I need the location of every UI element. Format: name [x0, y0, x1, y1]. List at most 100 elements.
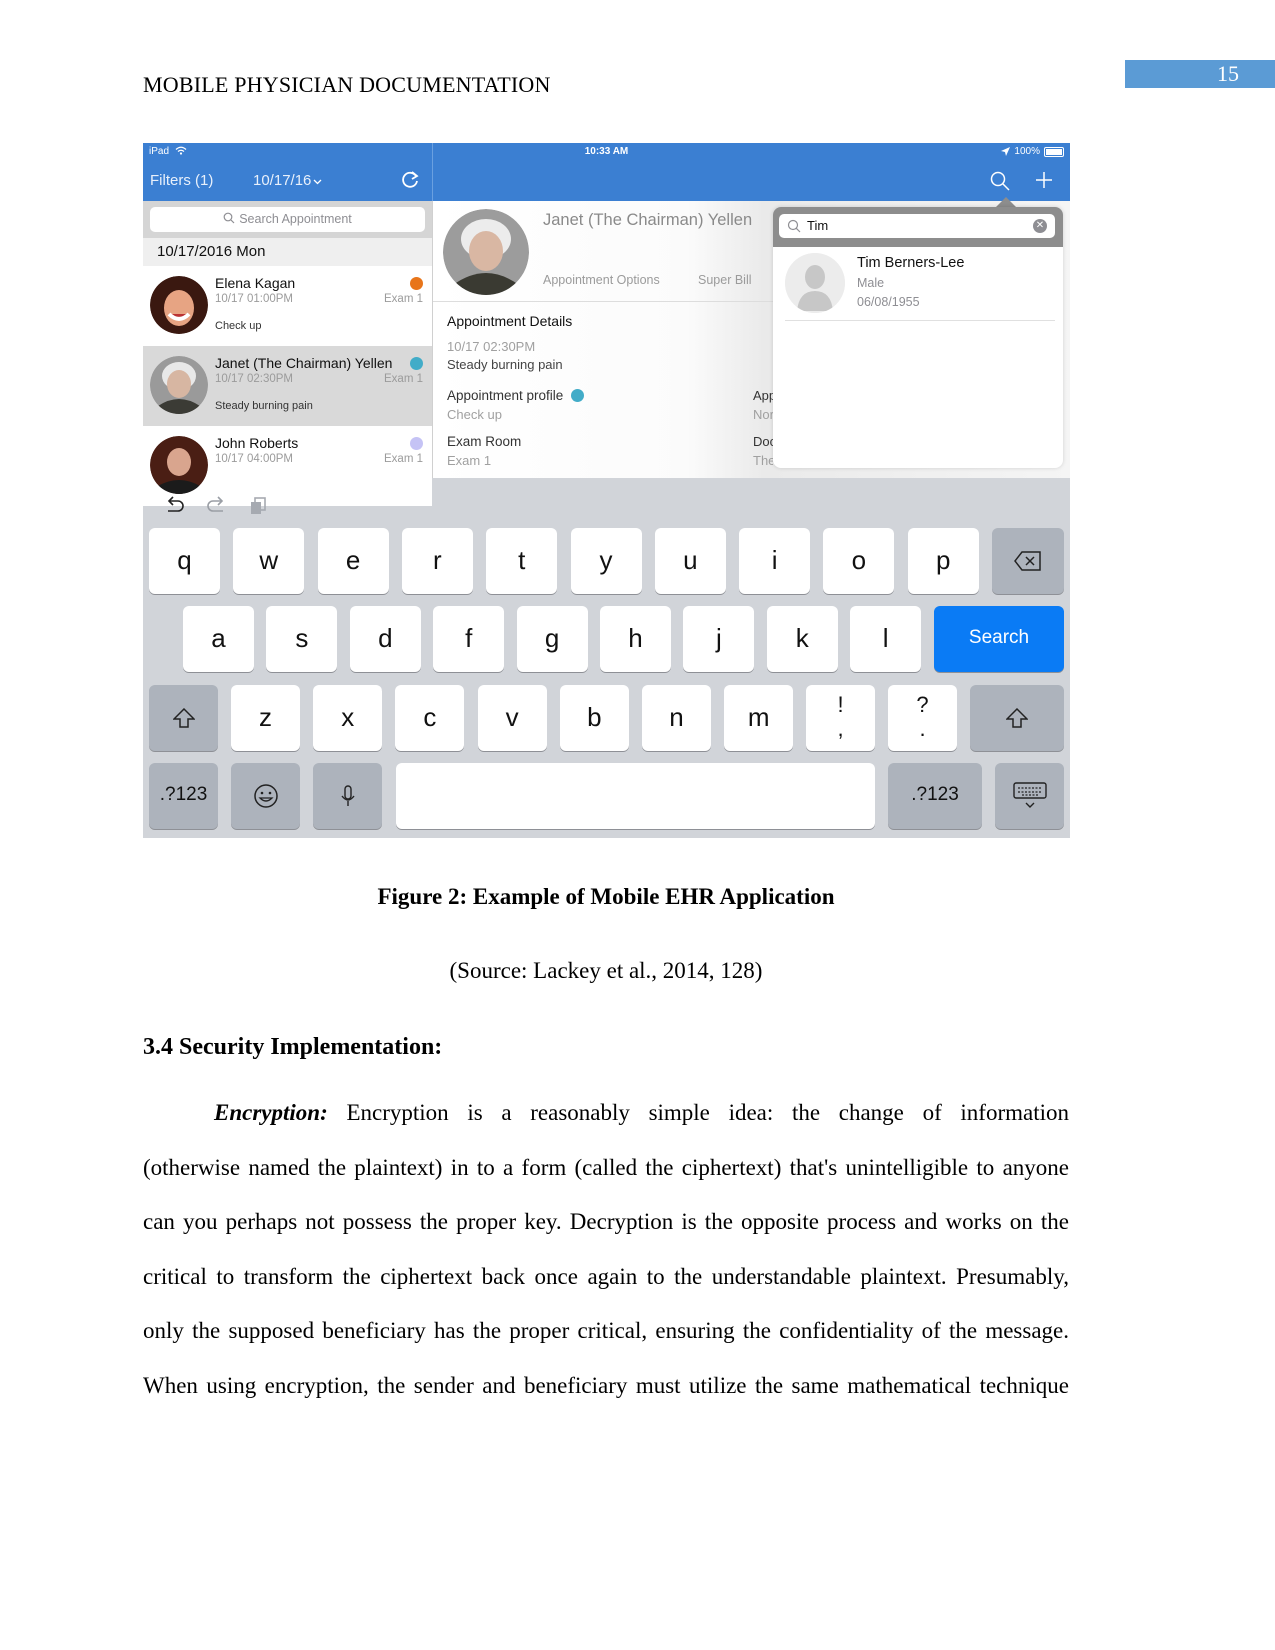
search-icon [223, 212, 235, 224]
appointment-reason: Check up [215, 320, 262, 332]
search-icon[interactable] [989, 170, 1011, 192]
date-header: 10/17/2016 Mon [143, 238, 432, 266]
key-k[interactable]: k [766, 606, 838, 672]
key-y[interactable]: y [570, 528, 642, 594]
result-dob: 06/08/1955 [857, 295, 920, 309]
patient-search-bar: Tim ✕ [773, 207, 1063, 247]
appointment-time: 10/17 01:00PM [215, 293, 294, 305]
space-bar[interactable] [396, 763, 875, 829]
key-h[interactable]: h [600, 606, 671, 672]
section-heading: 3.4 Security Implementation: [143, 1034, 443, 1060]
dictation-key[interactable] [313, 763, 382, 829]
running-head: MOBILE PHYSICIAN DOCUMENTATION [143, 72, 551, 97]
search-icon [787, 219, 801, 233]
status-dot [410, 357, 423, 370]
key-o[interactable]: o [823, 528, 895, 594]
tab-appointment-options[interactable]: Appointment Options [543, 273, 660, 287]
redo-icon[interactable] [205, 495, 227, 517]
undo-icon[interactable] [164, 495, 186, 517]
paste-icon[interactable] [247, 495, 269, 517]
status-dot [410, 437, 423, 450]
numbers-key-right[interactable]: .?123 [888, 763, 982, 829]
key-t[interactable]: t [486, 528, 558, 594]
hide-keyboard-icon [1012, 782, 1047, 808]
line-text: Encryption is a reasonably simple idea: … [346, 1100, 1070, 1125]
key-secondary: . [919, 716, 926, 741]
appointment-row[interactable]: Janet (The Chairman) Yellen 10/17 02:30P… [143, 346, 432, 426]
backspace-key[interactable] [992, 528, 1064, 594]
status-bar: iPad 10:33 AM 100% [143, 143, 1070, 161]
nav-bar: Filters (1) 10/17/16 [143, 143, 1070, 201]
exam-room-label: Exam Room [447, 434, 522, 449]
key-w[interactable]: w [233, 528, 305, 594]
figure-source: (Source: Lackey et al., 2014, 128) [449, 958, 763, 983]
patient-name: John Roberts [215, 435, 299, 451]
profile-label: Appointment profile [447, 388, 585, 403]
key-a[interactable]: a [183, 606, 254, 672]
key-n[interactable]: n [642, 685, 711, 751]
paragraph-line: only the supposed beneficiary has the pr… [143, 1318, 1069, 1344]
appointment-search-row: Search Appointment [143, 201, 432, 238]
clipped-field-value: The [753, 453, 773, 468]
profile-color-dot [571, 389, 585, 402]
emoji-key[interactable] [231, 763, 300, 829]
search-query: Tim [807, 218, 829, 233]
status-right: 100% [1001, 146, 1064, 157]
profile-value: Check up [447, 407, 502, 422]
hide-keyboard-key[interactable] [995, 763, 1064, 829]
patient-name: Elena Kagan [215, 275, 296, 291]
chief-complaint: Steady burning pain [447, 357, 563, 372]
key-j[interactable]: j [683, 606, 755, 672]
key-primary: ! [837, 692, 844, 717]
tab-super-bill[interactable]: Super Bill [698, 273, 752, 287]
key-g[interactable]: g [516, 606, 588, 672]
page-number: 15 [1125, 60, 1275, 88]
avatar [150, 276, 208, 334]
date-selector[interactable]: 10/17/16 [253, 172, 322, 189]
key-v[interactable]: v [477, 685, 547, 751]
clipped-field-label: App [753, 388, 773, 403]
key-u[interactable]: u [654, 528, 726, 594]
shift-key-left[interactable] [149, 685, 218, 751]
exam-room: Exam 1 [384, 373, 423, 385]
key-s[interactable]: s [266, 606, 338, 672]
numbers-key-left[interactable]: .?123 [149, 763, 218, 829]
key-z[interactable]: z [231, 685, 300, 751]
appointment-datetime: 10/17 02:30PM [447, 339, 536, 354]
backspace-icon [1014, 551, 1041, 571]
keyboard-toolbar [143, 478, 1070, 528]
clear-search-icon[interactable]: ✕ [1033, 219, 1047, 233]
location-arrow-icon [1001, 147, 1011, 156]
patient-result-row[interactable]: Tim Berners-Lee Male 06/08/1955 [785, 247, 1055, 321]
search-key[interactable]: Search [934, 606, 1064, 672]
key-exclamation-comma[interactable]: !, [806, 685, 875, 751]
key-b[interactable]: b [559, 685, 629, 751]
key-i[interactable]: i [739, 528, 811, 594]
plus-icon[interactable] [1033, 169, 1055, 191]
refresh-icon[interactable] [399, 169, 421, 191]
patient-name: Janet (The Chairman) Yellen [215, 355, 393, 371]
appointment-row[interactable]: Elena Kagan 10/17 01:00PM Exam 1 Check u… [143, 266, 432, 346]
key-r[interactable]: r [401, 528, 473, 594]
key-p[interactable]: p [907, 528, 979, 594]
appointment-search-input[interactable]: Search Appointment [150, 207, 425, 232]
status-time: 10:33 AM [584, 146, 629, 157]
pane-divider [432, 143, 433, 201]
paragraph-line: When using encryption, the sender and be… [143, 1372, 1069, 1398]
body-paragraph: Encryption: Encryption is a reasonably s… [143, 1086, 1069, 1414]
key-question-period[interactable]: ?. [888, 685, 957, 751]
key-e[interactable]: e [317, 528, 389, 594]
key-d[interactable]: d [349, 606, 421, 672]
patient-search-input[interactable]: Tim ✕ [779, 214, 1055, 238]
shift-key-right[interactable] [970, 685, 1064, 751]
patient-name-heading: Janet (The Chairman) Yellen [543, 211, 753, 229]
key-m[interactable]: m [724, 685, 794, 751]
key-f[interactable]: f [433, 606, 505, 672]
key-c[interactable]: c [395, 685, 465, 751]
key-q[interactable]: q [149, 528, 220, 594]
appointment-time: 10/17 02:30PM [215, 373, 294, 385]
key-x[interactable]: x [313, 685, 383, 751]
microphone-icon [340, 785, 355, 806]
key-l[interactable]: l [850, 606, 922, 672]
filters-button[interactable]: Filters (1) [150, 172, 213, 189]
